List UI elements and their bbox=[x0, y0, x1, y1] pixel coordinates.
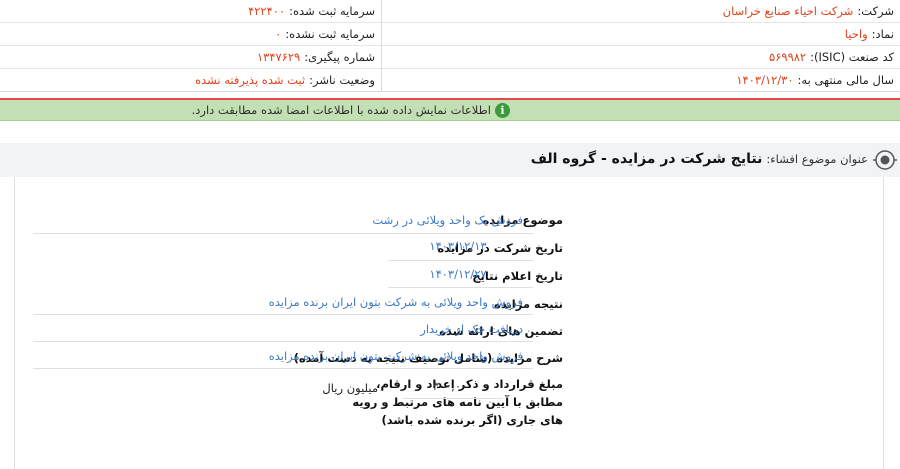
unregistered-capital-label: سرمایه ثبت نشده: bbox=[285, 27, 375, 41]
tracking-number-label: شماره پیگیری: bbox=[304, 50, 375, 64]
amount-unit: میلیون ریال bbox=[322, 381, 378, 395]
company-info-grid: شرکت:شرکت احیاء صنایع خراسان نماد:واحیا … bbox=[0, 0, 900, 92]
symbol-row: نماد:واحیا bbox=[382, 23, 900, 46]
registered-capital-label: سرمایه ثبت شده: bbox=[289, 4, 375, 18]
isic-value: ۵۶۹۹۸۲ bbox=[769, 50, 807, 64]
publisher-status-label: وضعیت ناشر: bbox=[309, 73, 375, 87]
company-value[interactable]: شرکت احیاء صنایع خراسان bbox=[723, 4, 854, 18]
isic-row: کد صنعت (ISIC):۵۶۹۹۸۲ bbox=[382, 46, 900, 69]
unregistered-capital-row: سرمایه ثبت نشده:۰ bbox=[0, 23, 381, 46]
participation-date-underline bbox=[388, 260, 533, 261]
result-date-underline bbox=[388, 287, 533, 288]
subject-label: عنوان موضوع افشاء: bbox=[766, 152, 868, 166]
disclosure-subject: عنوان موضوع افشاء:نتایج شرکت در مزایده -… bbox=[531, 151, 868, 167]
fiscal-year-label: سال مالی منتهی به: bbox=[797, 73, 894, 87]
guarantees-value: دریافت چک از خریدار bbox=[420, 322, 523, 336]
auction-description-underline bbox=[33, 368, 533, 369]
publisher-status-value: ثبت شده پذیرفته نشده bbox=[195, 73, 306, 87]
company-row: شرکت:شرکت احیاء صنایع خراسان bbox=[382, 0, 900, 23]
company-label: شرکت: bbox=[857, 4, 894, 18]
auction-subject-underline bbox=[33, 233, 533, 234]
contract-amount-value: ۳۰۰,۰۰۰ bbox=[403, 375, 503, 399]
company-info-left: سرمایه ثبت شده:۴۲۲۴۰۰ سرمایه ثبت نشده:۰ … bbox=[0, 0, 381, 92]
auction-description-value: فروش واحد ویلائی به شرکت بتون ایران برند… bbox=[268, 349, 523, 363]
auction-subject-value: فروش یک واحد ویلائی در رشت bbox=[372, 213, 523, 227]
target-icon bbox=[873, 150, 897, 170]
guarantees-underline bbox=[33, 341, 533, 342]
disclosure-subject-bar: عنوان موضوع افشاء:نتایج شرکت در مزایده -… bbox=[0, 143, 900, 177]
symbol-value[interactable]: واحیا bbox=[845, 27, 868, 41]
isic-label: کد صنعت (ISIC): bbox=[810, 50, 894, 64]
tracking-number-value: ۱۳۴۷۶۲۹ bbox=[257, 50, 301, 64]
info-icon: i bbox=[495, 103, 510, 118]
tracking-number-row: شماره پیگیری:۱۳۴۷۶۲۹ bbox=[0, 46, 381, 69]
verification-alert: i اطلاعات نمایش داده شده با اطلاعات امضا … bbox=[0, 100, 900, 121]
registered-capital-value: ۴۲۲۴۰۰ bbox=[248, 4, 286, 18]
result-date-value: ۱۴۰۳/۱۲/۲۷ bbox=[429, 267, 487, 281]
unregistered-capital-value: ۰ bbox=[275, 27, 282, 41]
publisher-status-row: وضعیت ناشر:ثبت شده پذیرفته نشده bbox=[0, 69, 381, 92]
fiscal-year-value: ۱۴۰۳/۱۲/۳۰ bbox=[736, 73, 794, 87]
registered-capital-row: سرمایه ثبت شده:۴۲۲۴۰۰ bbox=[0, 0, 381, 23]
subject-title: نتایج شرکت در مزایده - گروه الف bbox=[530, 151, 763, 167]
auction-result-underline bbox=[33, 314, 533, 315]
auction-details: موضوع مزایده فروش یک واحد ویلائی در رشت … bbox=[14, 177, 884, 469]
alert-text: اطلاعات نمایش داده شده با اطلاعات امضا ش… bbox=[191, 103, 491, 117]
participation-date-value: ۱۴۰۳/۱۲/۱۳ bbox=[429, 239, 487, 253]
fiscal-year-row: سال مالی منتهی به:۱۴۰۳/۱۲/۳۰ bbox=[382, 69, 900, 92]
symbol-label: نماد: bbox=[871, 27, 894, 41]
company-info-right: شرکت:شرکت احیاء صنایع خراسان نماد:واحیا … bbox=[381, 0, 900, 92]
auction-result-value: فروش واحد ویلائی به شرکت بتون ایران برند… bbox=[268, 295, 523, 309]
